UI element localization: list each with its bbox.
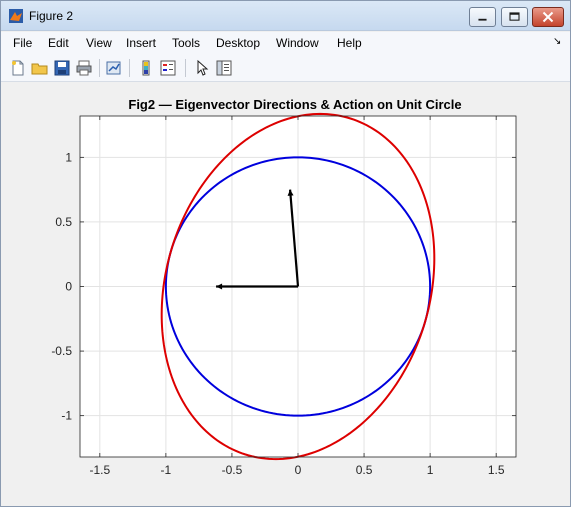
menu-desktop[interactable]: Desktop (216, 36, 260, 50)
menu-window[interactable]: Window (276, 36, 319, 50)
menu-edit[interactable]: Edit (48, 36, 69, 50)
menu-tools[interactable]: Tools (172, 36, 200, 50)
minimize-icon (478, 18, 487, 21)
figure-canvas: Fig2 — Eigenvector Directions & Action o… (5, 84, 567, 504)
figure-window: Figure 2 File Edit View Insert Tools Des… (0, 0, 571, 507)
menu-file[interactable]: File (13, 36, 32, 50)
legend-icon[interactable] (159, 59, 177, 77)
maximize-icon (509, 12, 520, 21)
save-icon[interactable] (53, 59, 71, 77)
chart-title: Fig2 — Eigenvector Directions & Action o… (128, 97, 461, 112)
close-icon (542, 11, 554, 23)
y-tick-label: 0.5 (55, 215, 72, 229)
y-tick-label: 1 (65, 150, 72, 164)
plot-svg: Fig2 — Eigenvector Directions & Action o… (51, 97, 517, 477)
x-tick-label: 1.5 (488, 463, 505, 477)
figure-toolbar (1, 54, 570, 82)
toolbar-separator (185, 59, 186, 77)
menu-bar: File Edit View Insert Tools Desktop Wind… (1, 32, 570, 54)
open-file-icon[interactable] (31, 59, 49, 77)
x-tick-label: 0.5 (356, 463, 373, 477)
toolbar-separator (129, 59, 130, 77)
y-tick-label: 0 (65, 280, 72, 294)
menu-help[interactable]: Help (337, 36, 362, 50)
link-plot-icon[interactable] (105, 59, 123, 77)
x-tick-label: -1.5 (89, 463, 110, 477)
x-tick-label: -0.5 (222, 463, 243, 477)
menu-dock-arrow-icon[interactable]: ↘ (553, 36, 561, 47)
matlab-icon (9, 9, 23, 23)
y-tick-label: -0.5 (51, 344, 72, 358)
property-inspector-icon[interactable] (215, 59, 233, 77)
x-tick-label: -1 (161, 463, 172, 477)
colorbar-icon[interactable] (137, 59, 155, 77)
toolbar-separator (99, 59, 100, 77)
window-title: Figure 2 (29, 9, 74, 23)
title-bar[interactable]: Figure 2 (1, 1, 570, 31)
pointer-icon[interactable] (193, 59, 211, 77)
new-figure-icon[interactable] (9, 59, 27, 77)
minimize-button[interactable] (469, 7, 496, 27)
y-tick-label: -1 (61, 409, 72, 423)
maximize-button[interactable] (501, 7, 528, 27)
x-tick-label: 0 (295, 463, 302, 477)
close-button[interactable] (532, 7, 564, 27)
menu-insert[interactable]: Insert (126, 36, 156, 50)
x-tick-label: 1 (427, 463, 434, 477)
menu-view[interactable]: View (86, 36, 112, 50)
print-icon[interactable] (75, 59, 93, 77)
